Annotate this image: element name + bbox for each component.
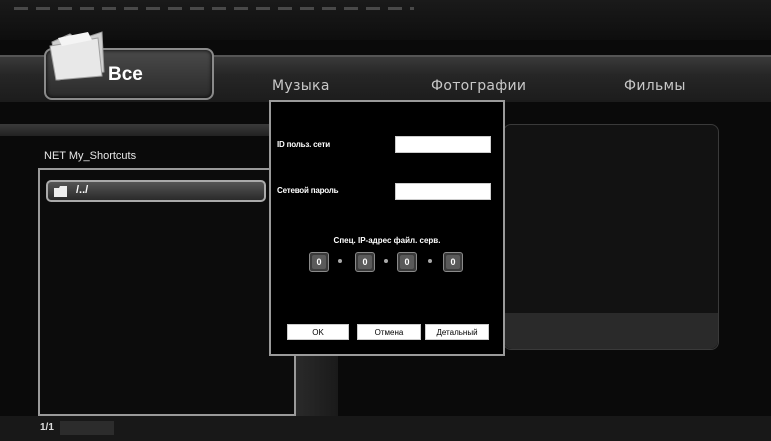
password-input[interactable]: [395, 183, 491, 200]
cancel-button[interactable]: Отмена: [357, 324, 421, 340]
ip-separator: [428, 259, 432, 263]
tab-all-label: Все: [108, 64, 143, 85]
tab-photos[interactable]: Фотографии: [431, 78, 526, 94]
list-item[interactable]: /../: [46, 180, 266, 202]
status-bar: [0, 416, 771, 441]
ip-separator: [384, 259, 388, 263]
top-strip: [0, 0, 771, 40]
folder-icon: [49, 31, 105, 81]
preview-panel: [503, 124, 719, 350]
preview-footer: [504, 313, 718, 349]
list-item-label: /../: [76, 184, 89, 196]
ip-octet-2[interactable]: 0: [355, 252, 375, 272]
ip-octet-4-value: 0: [446, 255, 460, 269]
user-id-label: ID польз. сети: [277, 140, 330, 149]
ip-octet-4[interactable]: 0: [443, 252, 463, 272]
tab-movies[interactable]: Фильмы: [624, 78, 686, 94]
ip-octet-1-value: 0: [312, 255, 326, 269]
ip-octet-3[interactable]: 0: [397, 252, 417, 272]
tab-music[interactable]: Музыка: [272, 78, 330, 94]
ip-octet-1[interactable]: 0: [309, 252, 329, 272]
ip-octet-3-value: 0: [400, 255, 414, 269]
browser-location: NET My_Shortcuts: [44, 150, 137, 162]
user-id-input[interactable]: [395, 136, 491, 153]
page-indicator-bar: [60, 421, 114, 435]
network-login-dialog: ID польз. сети Сетевой пароль Спец. IP-а…: [269, 100, 505, 356]
ip-separator: [338, 259, 342, 263]
page-indicator: 1/1: [40, 422, 54, 433]
file-list-panel[interactable]: [38, 168, 296, 416]
top-decoration: [14, 7, 414, 10]
details-button[interactable]: Детальный: [425, 324, 489, 340]
folder-small-icon: [54, 186, 67, 197]
ok-button[interactable]: OK: [287, 324, 349, 340]
ip-octet-2-value: 0: [358, 255, 372, 269]
password-label: Сетевой пароль: [277, 186, 339, 195]
ip-address-label: Спец. IP-адрес файл. серв.: [333, 236, 441, 245]
